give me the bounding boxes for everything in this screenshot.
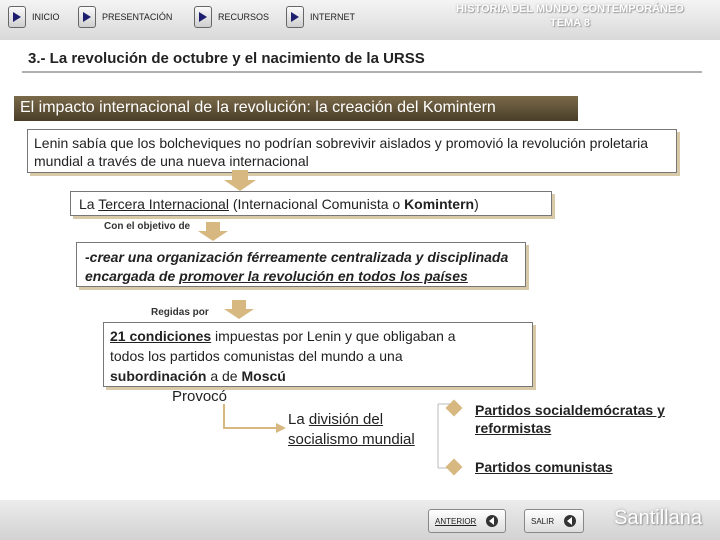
section-divider — [22, 71, 702, 73]
condiciones-line1: 21 condiciones impuestas por Lenin y que… — [110, 326, 526, 346]
inicio-button[interactable]: INICIO — [8, 4, 60, 30]
presentacion-label: PRESENTACIÓN — [102, 12, 173, 22]
recursos-label: RECURSOS — [218, 12, 270, 22]
condiciones-line1-rest: impuestas por Lenin y que obligaban a — [211, 328, 456, 344]
anterior-button[interactable]: ANTERIOR — [428, 509, 506, 533]
promover-revolucion-term: promover la revolución en todos los país… — [179, 268, 468, 284]
play-icon — [8, 6, 26, 28]
presentacion-button[interactable]: PRESENTACIÓN — [78, 4, 172, 30]
regidas-por-label: Regidas por — [151, 307, 209, 318]
internet-label: INTERNET — [310, 12, 355, 22]
tercera-internacional-term: Tercera Internacional — [98, 196, 229, 212]
provoco-label: Provocó — [172, 388, 228, 405]
box2-middle: (Internacional Comunista o — [228, 196, 405, 212]
moscu-term: Moscú — [241, 368, 286, 384]
branch-socialdemocratas-line2: reformistas — [475, 420, 552, 436]
condiciones-line2: todos los partidos comunistas del mundo … — [110, 348, 403, 364]
back-arrow-icon — [482, 511, 502, 531]
condiciones-line3: subordinación a de Moscú — [110, 366, 526, 386]
exit-arrow-icon — [560, 511, 580, 531]
division-term: división del — [308, 411, 384, 428]
play-icon — [286, 6, 304, 28]
anterior-label: ANTERIOR — [435, 516, 477, 526]
condiciones-box: 21 condiciones impuestas por Lenin y que… — [103, 322, 533, 387]
internet-button[interactable]: INTERNET — [286, 4, 355, 30]
box2-prefix: La — [79, 196, 99, 212]
arrow-right-icon — [223, 404, 286, 433]
21-condiciones-term: 21 condiciones — [110, 328, 212, 344]
division-line2: socialismo mundial — [288, 431, 415, 448]
branch-socialdemocratas-line1: Partidos socialdemócratas y — [475, 402, 665, 418]
division-socialismo-text: La división del socialismo mundial — [288, 410, 415, 450]
inicio-label: INICIO — [32, 12, 60, 22]
header-title-line2: TEMA 8 — [550, 17, 590, 29]
recursos-button[interactable]: RECURSOS — [194, 4, 269, 30]
bottom-bar — [0, 500, 720, 540]
topic-banner: El impacto internacional de la revolució… — [14, 96, 578, 121]
section-title: 3.- La revolución de octubre y el nacimi… — [28, 50, 425, 67]
condiciones-line3-mid: a de — [206, 368, 242, 384]
komintern-term: Komintern — [404, 196, 475, 212]
salir-button[interactable]: SALIR — [524, 509, 584, 533]
lenin-text-box: Lenin sabía que los bolcheviques no podr… — [27, 129, 677, 173]
objetivo-box: -crear una organización férreamente cent… — [76, 242, 526, 287]
arrow-down-icon — [198, 222, 228, 241]
arrow-down-icon — [224, 300, 254, 319]
branch-socialdemocratas: Partidos socialdemócratas y reformistas — [475, 401, 665, 437]
branch-comunistas: Partidos comunistas — [475, 459, 613, 475]
division-prefix: La — [288, 411, 309, 428]
play-icon — [78, 6, 96, 28]
division-line1: La división del — [288, 410, 415, 430]
header-title: HISTORIA DEL MUNDO CONTEMPORÁNEO TEMA 8 — [430, 2, 710, 30]
salir-label: SALIR — [531, 516, 555, 526]
box2-suffix: ) — [474, 196, 479, 212]
play-icon — [194, 6, 212, 28]
header-title-line1: HISTORIA DEL MUNDO CONTEMPORÁNEO — [456, 3, 684, 15]
con-objetivo-label: Con el objetivo de — [104, 221, 191, 232]
subordinacion-term: subordinación — [110, 368, 207, 384]
arrow-down-icon — [224, 170, 256, 191]
brand-logo: Santillana — [614, 507, 702, 529]
tercera-internacional-box: La Tercera Internacional (Internacional … — [70, 191, 552, 216]
